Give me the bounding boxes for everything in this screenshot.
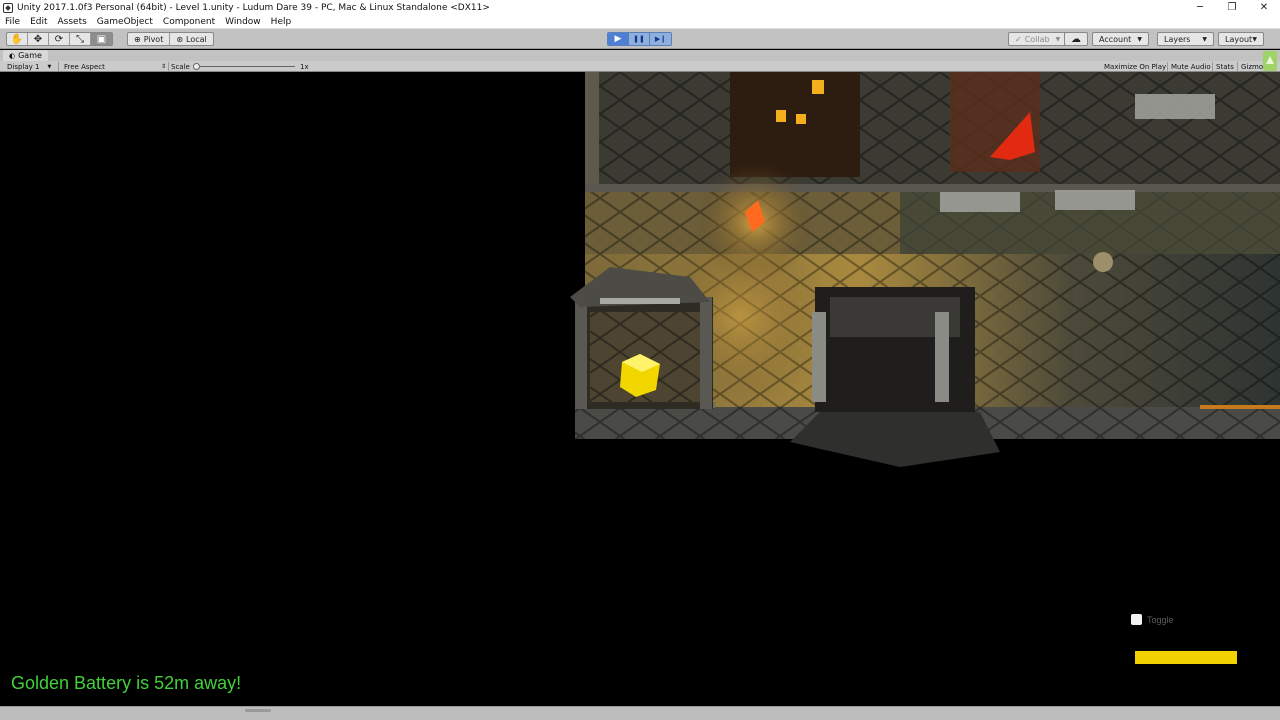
account-label: Account (1099, 34, 1132, 44)
menu-window[interactable]: Window (220, 17, 266, 27)
scale-slider-track[interactable] (197, 66, 295, 67)
pivot-label: Pivot (143, 34, 164, 44)
layout-dropdown[interactable]: Layout ▼ (1218, 32, 1264, 46)
layers-label: Layers (1164, 34, 1191, 44)
window-title: Unity 2017.1.0f3 Personal (64bit) - Leve… (17, 2, 490, 13)
scale-value: 1x (300, 62, 309, 71)
distance-message: Golden Battery is 52m away! (11, 673, 242, 693)
pivot-toggle-group: ⊕ Pivot ⊛ Local (127, 32, 214, 46)
divider (1212, 62, 1213, 71)
account-dropdown[interactable]: Account ▼ (1092, 32, 1149, 46)
hand-tool-button[interactable]: ✋ (7, 33, 28, 45)
move-tool-button[interactable]: ✥ (28, 33, 49, 45)
local-button[interactable]: ⊛ Local (170, 33, 212, 45)
cloud-button[interactable]: ☁ (1064, 32, 1088, 46)
collab-label: Collab (1024, 34, 1050, 44)
rect-tool-button[interactable]: ▣ (91, 33, 112, 45)
window-controls: ─ ❐ ✕ (1184, 0, 1280, 15)
tab-game-label: Game (18, 51, 42, 60)
menu-assets[interactable]: Assets (53, 17, 92, 27)
collab-button[interactable]: ✓ Collab ▼ (1008, 32, 1068, 46)
dungeon-scene-render (570, 72, 1280, 467)
scale-label: Scale (171, 62, 190, 71)
battery-power-bar (1135, 651, 1237, 664)
status-bar (0, 706, 1280, 720)
menu-bar: File Edit Assets GameObject Component Wi… (0, 15, 1280, 29)
divider (168, 62, 169, 71)
pause-button[interactable]: ❚❚ (629, 33, 650, 45)
play-button[interactable]: ▶ (608, 33, 629, 45)
restore-button[interactable]: ❐ (1216, 0, 1248, 15)
playback-controls: ▶ ❚❚ ▶❙ (607, 32, 672, 46)
unity-logo-icon (3, 2, 13, 13)
display-label: Display 1 (7, 62, 40, 71)
menu-file[interactable]: File (0, 17, 25, 27)
chevron-down-icon: ▼ (1137, 35, 1142, 43)
divider (58, 62, 59, 71)
chevron-updown-icon: ⇕ (160, 63, 166, 70)
scale-tool-button[interactable]: ⤡ (70, 33, 91, 45)
tab-game[interactable]: ◐ Game (3, 50, 48, 61)
stats-toggle[interactable]: Stats (1216, 61, 1234, 72)
game-view-bar: Display 1 ▼ Free Aspect ⇕ Scale 1x Maxim… (0, 61, 1280, 72)
rotate-tool-button[interactable]: ⟳ (49, 33, 70, 45)
toggle-label: Toggle (1147, 614, 1174, 625)
cloud-icon: ☁ (1071, 33, 1081, 45)
toggle-control[interactable]: Toggle (1131, 614, 1174, 625)
pivot-button[interactable]: ⊕ Pivot (128, 33, 171, 45)
pivot-icon: ⊕ (134, 34, 141, 44)
title-bar: Unity 2017.1.0f3 Personal (64bit) - Leve… (0, 0, 1280, 15)
chevron-down-icon: ▼ (1202, 35, 1207, 43)
status-scroll-handle (245, 709, 271, 712)
toggle-checkbox[interactable] (1131, 614, 1142, 625)
game-view[interactable]: Toggle Golden Battery is 52m away! (0, 72, 1280, 706)
main-toolbar: ✋ ✥ ⟳ ⤡ ▣ ⊕ Pivot ⊛ Local ▶ ❚❚ ▶❙ ✓ Coll… (0, 29, 1280, 49)
maximize-on-play-toggle[interactable]: Maximize On Play (1104, 61, 1166, 72)
divider (1237, 62, 1238, 71)
mute-audio-toggle[interactable]: Mute Audio (1171, 61, 1211, 72)
tab-strip: ◐ Game (0, 50, 1280, 61)
display-dropdown[interactable]: Display 1 ▼ (7, 61, 51, 72)
close-button[interactable]: ✕ (1248, 0, 1280, 15)
chevron-down-icon: ▼ (47, 63, 52, 70)
game-tab-icon: ◐ (9, 51, 16, 60)
divider (1167, 62, 1168, 71)
aspect-label: Free Aspect (64, 62, 105, 71)
chevron-down-icon: ▼ (1055, 35, 1061, 43)
transform-tools: ✋ ✥ ⟳ ⤡ ▣ (6, 32, 113, 46)
layout-label: Layout (1225, 34, 1253, 44)
local-label: Local (186, 34, 207, 44)
menu-help[interactable]: Help (266, 17, 297, 27)
minimize-button[interactable]: ─ (1184, 0, 1216, 15)
menu-edit[interactable]: Edit (25, 17, 52, 27)
layers-dropdown[interactable]: Layers ▼ (1157, 32, 1214, 46)
aspect-dropdown[interactable]: Free Aspect ⇕ (64, 61, 166, 72)
collab-check-icon: ✓ (1015, 34, 1022, 44)
menu-component[interactable]: Component (158, 17, 220, 27)
step-button[interactable]: ▶❙ (650, 33, 671, 45)
chevron-down-icon: ▼ (1252, 35, 1257, 43)
local-icon: ⊛ (176, 34, 184, 44)
scale-slider-thumb[interactable] (193, 63, 200, 70)
unity-gizmo-logo-icon (1263, 51, 1277, 71)
menu-gameobject[interactable]: GameObject (92, 17, 158, 27)
